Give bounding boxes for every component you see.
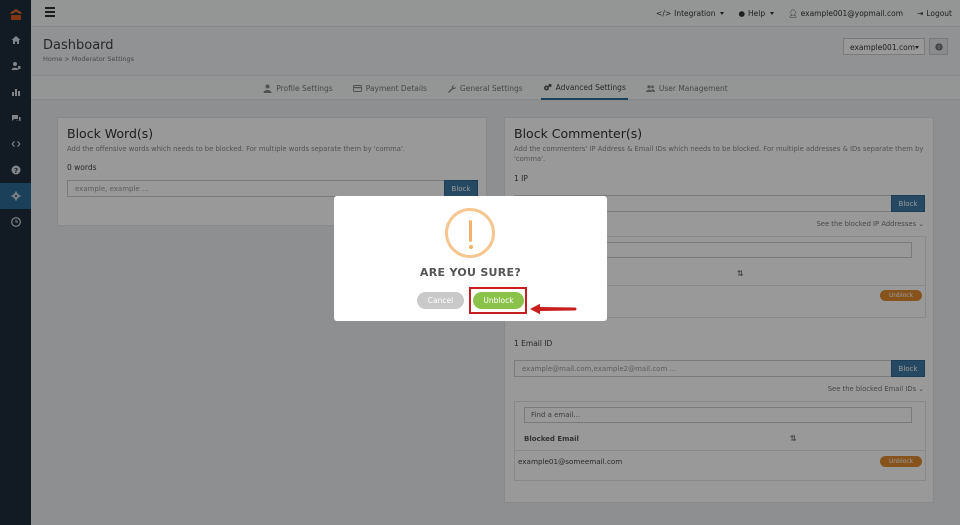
pointer-arrow-icon: [530, 303, 577, 315]
dialog-title: ARE YOU SURE?: [419, 266, 522, 279]
warning-icon: [445, 208, 495, 258]
cancel-button[interactable]: Cancel: [417, 292, 464, 309]
confirm-unblock-button[interactable]: Unblock: [473, 292, 524, 309]
